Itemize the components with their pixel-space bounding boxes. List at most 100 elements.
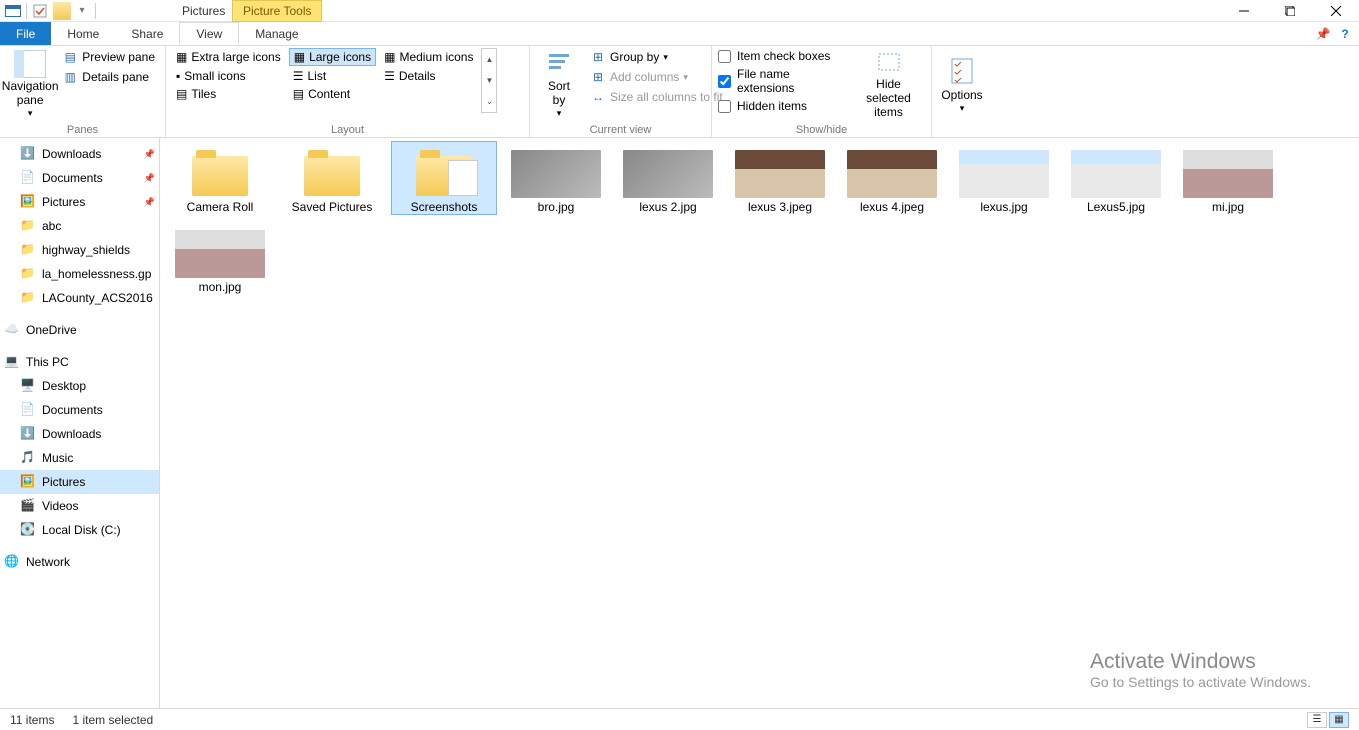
close-button[interactable] [1313,0,1359,22]
icons-view-switch[interactable]: ▦ [1329,712,1349,728]
options-button[interactable]: Options▾ [938,48,986,120]
sort-by-button[interactable]: Sort by▾ [536,48,582,120]
sort-icon [543,50,575,78]
nav-lacounty[interactable]: 📁LACounty_ACS2016 [0,286,159,310]
nav-onedrive[interactable]: ☁️OneDrive [0,318,159,342]
tiles-button[interactable]: ▤Tiles [172,86,285,102]
picture-tools-tab[interactable]: Picture Tools [232,0,322,22]
main-area: ⬇️Downloads📌 📄Documents📌 🖼️Pictures📌 📁ab… [0,138,1359,708]
xl-icons-icon: ▦ [176,50,187,64]
navigation-pane-button[interactable]: Navigation pane▾ [6,48,54,120]
file-item[interactable]: Lexus5.jpg [1064,142,1168,214]
file-label: lexus.jpg [980,200,1027,214]
status-bar: 11 items 1 item selected ☰ ▦ [0,708,1359,730]
file-item[interactable]: Saved Pictures [280,142,384,214]
video-icon: 🎬 [20,498,36,514]
folder-icon [53,2,71,20]
image-thumb [959,150,1049,198]
file-label: bro.jpg [538,200,575,214]
nav-documents[interactable]: 📄Documents📌 [0,166,159,190]
image-thumb [623,150,713,198]
window-title: Pictures [182,4,225,18]
help-icon[interactable]: ? [1335,24,1355,44]
nav-abc[interactable]: 📁abc [0,214,159,238]
hide-icon [873,48,905,76]
file-item[interactable]: mi.jpg [1176,142,1280,214]
disk-icon: 💽 [20,522,36,538]
tiles-icon: ▤ [176,87,187,101]
nav-la-homelessness[interactable]: 📁la_homelessness.gp [0,262,159,286]
folder-icon: 📁 [20,266,36,282]
tab-view[interactable]: View [179,22,239,45]
nav-pictures[interactable]: 🖼️Pictures📌 [0,190,159,214]
nav-music[interactable]: 🎵Music [0,446,159,470]
image-thumb [847,150,937,198]
extra-large-icons-button[interactable]: ▦Extra large icons [172,48,285,66]
file-extensions-toggle[interactable]: File name extensions [718,66,848,96]
details-view-switch[interactable]: ☰ [1307,712,1327,728]
nav-documents2[interactable]: 📄Documents [0,398,159,422]
large-icons-button[interactable]: ▦Large icons [289,48,376,66]
desktop-icon: 🖥️ [20,378,36,394]
file-label: lexus 3.jpeg [748,200,812,214]
network-icon: 🌐 [4,554,20,570]
file-item[interactable]: mon.jpg [168,222,272,294]
layout-more-button[interactable]: ⌄ [482,91,496,112]
minimize-button[interactable] [1221,0,1267,22]
layout-up-button[interactable]: ▲ [482,49,496,70]
app-icon[interactable] [4,2,22,20]
nav-downloads[interactable]: ⬇️Downloads📌 [0,142,159,166]
minimize-ribbon-icon[interactable]: 📌 [1313,24,1333,44]
large-icons-icon: ▦ [294,50,305,64]
nav-downloads2[interactable]: ⬇️Downloads [0,422,159,446]
view-switcher: ☰ ▦ [1307,712,1349,728]
tab-manage[interactable]: Manage [239,22,314,45]
image-thumb [1071,150,1161,198]
medium-icons-button[interactable]: ▦Medium icons [380,48,477,66]
ribbon-tabs: File Home Share View Manage 📌 ? [0,22,1359,46]
document-icon: 📄 [20,170,36,186]
hide-selected-button[interactable]: Hide selected items [852,48,925,120]
group-by-button[interactable]: ⊞Group by▾ [586,48,727,66]
content-pane[interactable]: Camera RollSaved PicturesScreenshots bro.… [160,138,1359,708]
nav-this-pc[interactable]: 💻This PC [0,350,159,374]
file-item[interactable]: lexus 4.jpeg [840,142,944,214]
window-controls [1221,0,1359,22]
tab-file[interactable]: File [0,22,51,45]
nav-highway[interactable]: 📁highway_shields [0,238,159,262]
file-item[interactable]: bro.jpg [504,142,608,214]
image-thumb [511,150,601,198]
properties-icon[interactable] [31,2,49,20]
details-view-button[interactable]: ☰Details [380,68,477,84]
tab-home[interactable]: Home [51,22,115,45]
qat-dropdown-icon[interactable]: ▾ [73,2,91,20]
nav-pictures2[interactable]: 🖼️Pictures [0,470,159,494]
layout-down-button[interactable]: ▼ [482,70,496,91]
small-icons-button[interactable]: ▪Small icons [172,68,285,84]
options-icon [946,55,978,87]
nav-videos[interactable]: 🎬Videos [0,494,159,518]
nav-network[interactable]: 🌐Network [0,550,159,574]
pictures-icon: 🖼️ [20,194,36,210]
file-item[interactable]: lexus 3.jpeg [728,142,832,214]
folder-icon: 📁 [20,218,36,234]
nav-desktop[interactable]: 🖥️Desktop [0,374,159,398]
pc-icon: 💻 [4,354,20,370]
preview-pane-icon: ▤ [62,49,78,65]
item-checkboxes-toggle[interactable]: Item check boxes [718,48,848,64]
file-item[interactable]: lexus 2.jpg [616,142,720,214]
file-item[interactable]: Camera Roll [168,142,272,214]
file-item[interactable]: Screenshots [392,142,496,214]
preview-pane-button[interactable]: ▤Preview pane [58,48,159,66]
tab-share[interactable]: Share [115,22,179,45]
quick-access-toolbar: ▾ [0,2,102,20]
pin-icon: 📌 [144,197,155,208]
list-button[interactable]: ☰List [289,68,376,84]
file-item[interactable]: lexus.jpg [952,142,1056,214]
maximize-button[interactable] [1267,0,1313,22]
nav-localdisk[interactable]: 💽Local Disk (C:) [0,518,159,542]
hidden-items-toggle[interactable]: Hidden items [718,98,848,114]
folder-thumb [192,154,248,198]
details-pane-button[interactable]: ▥Details pane [58,68,159,86]
content-button[interactable]: ▤Content [289,86,376,102]
